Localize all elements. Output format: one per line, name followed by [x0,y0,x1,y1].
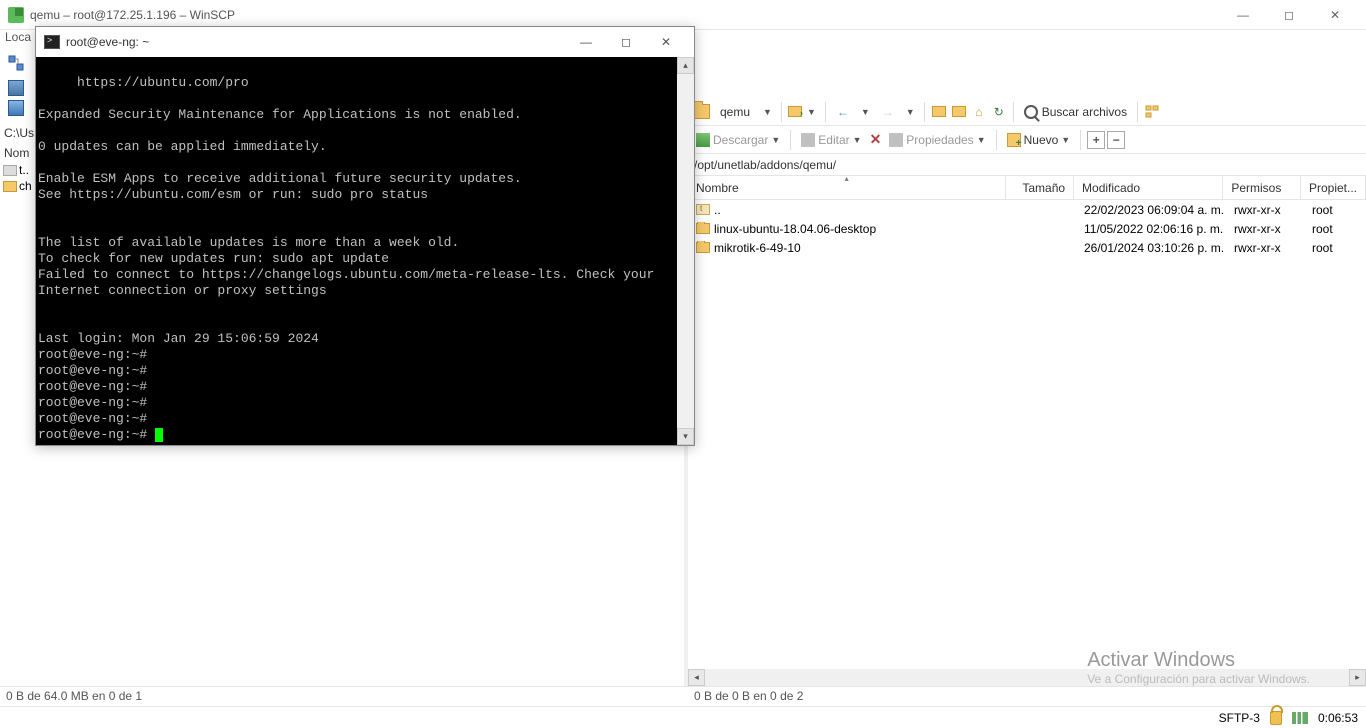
close-button[interactable]: ✕ [1312,0,1358,30]
folder-icon [696,242,710,253]
remote-panel: qemu ▼ › ▼ ← ▼ → ▼ ⌂ ↻ Buscar archivos D… [688,98,1366,686]
search-files-button[interactable]: Buscar archivos [1020,105,1131,119]
folder-icon [3,181,17,192]
lock-icon [1270,711,1282,725]
edit-icon [801,133,815,147]
terminal-output[interactable]: https://ubuntu.com/pro Expanded Security… [36,57,677,445]
folder-up-icon [3,165,17,176]
header-size[interactable]: Tamaño [1006,176,1074,199]
terminal-close-button[interactable]: ✕ [646,29,686,55]
local-drive-icon[interactable] [8,80,24,96]
sort-arrow-icon: ▴ [845,174,849,183]
download-button[interactable]: Descargar ▼ [692,133,784,147]
select-plus-button[interactable]: + [1087,131,1105,149]
refresh-button[interactable]: ↻ [991,104,1007,120]
back-history-dropdown[interactable]: ▼ [858,107,873,117]
location-dropdown-icon[interactable]: ▼ [760,107,775,117]
scroll-right-button[interactable]: ▸ [1349,669,1366,686]
remote-list-header: Nombre▴ Tamaño Modificado Permisos Propi… [688,176,1366,200]
folder-icon [696,223,710,234]
forward-button[interactable]: → [877,102,899,122]
folder-up-icon [696,204,710,215]
sync-icon[interactable] [5,52,27,74]
new-folder-icon [1007,133,1021,147]
local-path-fragment: C:\Us [4,126,31,140]
remote-address-toolbar: qemu ▼ › ▼ ← ▼ → ▼ ⌂ ↻ Buscar archivos [688,98,1366,126]
local-status-text: 0 B de 64.0 MB en 0 de 1 [0,687,688,706]
download-icon [696,133,710,147]
windows-activation-watermark: Activar Windows Ve a Configuración para … [1087,649,1310,686]
table-row[interactable]: ..22/02/2023 06:09:04 a. m.rwxr-xr-xroot [688,200,1366,219]
terminal-title: root@eve-ng: ~ [66,35,566,49]
home-button[interactable]: ⌂ [971,104,987,120]
folder-open-icon: › [788,106,802,117]
signal-icon [1292,712,1308,724]
table-row[interactable]: mikrotik-6-49-1026/01/2024 03:10:26 p. m… [688,238,1366,257]
delete-button[interactable]: ✕ [870,131,882,148]
terminal-titlebar[interactable]: root@eve-ng: ~ — ◻ ✕ [36,27,694,57]
scroll-left-button[interactable]: ◂ [688,669,705,686]
session-time: 0:06:53 [1318,711,1358,725]
select-minus-button[interactable]: − [1107,131,1125,149]
app-title: qemu – root@172.25.1.196 – WinSCP [30,8,1220,22]
terminal-icon [44,35,60,49]
scroll-down-button[interactable]: ▾ [677,428,694,445]
app-statusbar: SFTP-3 0:06:53 [0,706,1366,728]
remote-path-bar[interactable]: /opt/unetlab/addons/qemu/ [688,154,1366,176]
remote-action-toolbar: Descargar ▼ Editar ▼ ✕ Propiedades ▼ Nue… [688,126,1366,154]
new-button[interactable]: Nuevo ▼ [1003,133,1075,147]
remote-file-list: ..22/02/2023 06:09:04 a. m.rwxr-xr-xroot… [688,200,1366,669]
header-modified[interactable]: Modificado [1074,176,1223,199]
panel-status-row: 0 B de 64.0 MB en 0 de 1 0 B de 0 B en 0… [0,686,1366,706]
header-name[interactable]: Nombre▴ [688,176,1006,199]
terminal-window: root@eve-ng: ~ — ◻ ✕ https://ubuntu.com/… [35,26,695,446]
terminal-maximize-button[interactable]: ◻ [606,29,646,55]
header-owner[interactable]: Propiet... [1301,176,1366,199]
terminal-minimize-button[interactable]: — [566,29,606,55]
local-item-row[interactable]: ch [0,178,35,194]
local-parent-row[interactable]: t.. [0,162,35,178]
remote-status-text: 0 B de 0 B en 0 de 2 [688,687,1366,706]
app-icon [8,7,24,23]
local-panel-fragment: C:\Us Nom t.. ch [0,50,35,194]
back-button[interactable]: ← [832,102,854,122]
remote-location[interactable]: qemu [714,105,756,119]
tree-toggle-button[interactable] [1144,104,1160,120]
properties-button[interactable]: Propiedades ▼ [885,133,989,147]
table-row[interactable]: linux-ubuntu-18.04.06-desktop11/05/2022 … [688,219,1366,238]
maximize-button[interactable]: ◻ [1266,0,1312,30]
forward-history-dropdown[interactable]: ▼ [903,107,918,117]
protocol-label: SFTP-3 [1219,711,1260,725]
search-icon [1024,105,1038,119]
header-perms[interactable]: Permisos [1223,176,1301,199]
properties-icon [889,133,903,147]
parent-dir-button[interactable] [931,104,947,120]
root-dir-button[interactable] [951,104,967,120]
open-folder-button[interactable]: › ▼ [788,106,819,117]
scroll-up-button[interactable]: ▴ [677,57,694,74]
local-header-fragment: Nom [4,146,31,160]
terminal-scrollbar[interactable]: ▴ ▾ [677,57,694,445]
terminal-body[interactable]: https://ubuntu.com/pro Expanded Security… [36,57,694,445]
local-panel-label: Loca [5,30,31,44]
minimize-button[interactable]: — [1220,0,1266,30]
edit-button[interactable]: Editar ▼ [797,133,865,147]
local-drive-selected-icon[interactable] [8,100,24,116]
